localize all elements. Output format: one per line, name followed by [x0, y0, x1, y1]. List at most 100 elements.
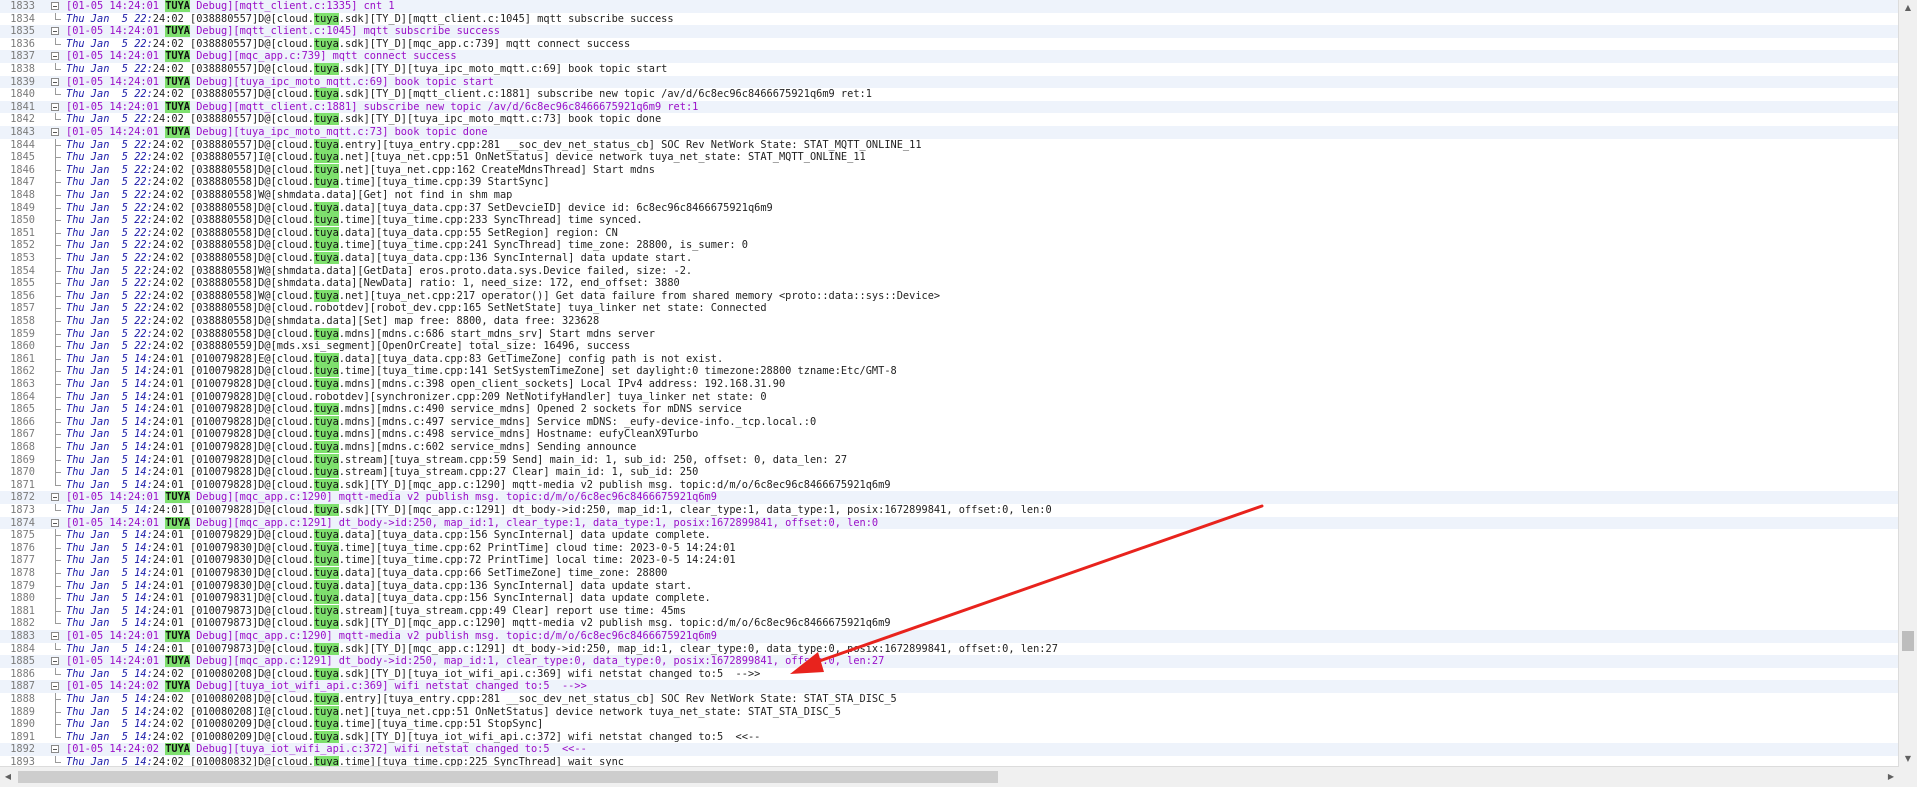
vertical-scrollbar[interactable]: ▲ ▼	[1898, 0, 1917, 767]
log-line[interactable]: 1847 Thu Jan 5 22:24:02 [038880558]D@[clo…	[0, 176, 1899, 189]
log-line-header[interactable]: 1833 [01-05 14:24:01 TUYA Debug][mqtt_cli…	[0, 0, 1899, 13]
log-line-header[interactable]: 1835 [01-05 14:24:01 TUYA Debug][mqtt_cli…	[0, 25, 1899, 38]
log-line[interactable]: 1836 Thu Jan 5 22:24:02 [038880557]D@[clo…	[0, 37, 1899, 51]
log-line[interactable]: 1842 Thu Jan 5 22:24:02 [038880557]D@[clo…	[0, 113, 1899, 126]
fold-toggle-icon[interactable]	[51, 632, 59, 640]
log-line[interactable]: 1862 Thu Jan 5 14:24:01 [010079828]D@[clo…	[0, 365, 1899, 378]
log-viewer[interactable]: 1833 [01-05 14:24:01 TUYA Debug][mqtt_cli…	[0, 0, 1899, 767]
log-timestamp: Thu Jan 5 22:	[66, 315, 153, 327]
log-line[interactable]: 1848 Thu Jan 5 22:24:02 [038880558]W@[shm…	[0, 189, 1899, 202]
scroll-left-arrow-icon[interactable]: ◀	[0, 767, 16, 787]
log-line[interactable]: 1866 Thu Jan 5 14:24:01 [010079828]D@[clo…	[0, 415, 1899, 429]
log-line-header[interactable]: 1887 [01-05 14:24:02 TUYA Debug][tuya_iot…	[0, 680, 1899, 693]
log-line[interactable]: 1881 Thu Jan 5 14:24:01 [010079873]D@[clo…	[0, 604, 1899, 618]
log-line[interactable]: 1869 Thu Jan 5 14:24:01 [010079828]D@[clo…	[0, 453, 1899, 467]
fold-gutter	[40, 668, 52, 681]
log-message-rest: .time][tuya_time.cpp:241 SyncThread] tim…	[338, 239, 748, 252]
log-line[interactable]: 1888 Thu Jan 5 14:24:02 [010080208]D@[clo…	[0, 693, 1899, 706]
line-number: 1887	[10, 680, 35, 693]
fold-toggle-icon[interactable]	[51, 77, 59, 86]
fold-toggle-icon[interactable]	[51, 682, 59, 691]
log-line[interactable]: 1878 Thu Jan 5 14:24:01 [010079830]D@[clo…	[0, 567, 1899, 580]
log-line-header[interactable]: 1837 [01-05 14:24:01 TUYA Debug][mqc_app.…	[0, 50, 1899, 63]
log-line[interactable]: 1834 Thu Jan 5 22:24:02 [038880557]D@[clo…	[0, 12, 1899, 26]
log-message-rest: .data][tuya_data.cpp:156 SyncInternal] d…	[338, 592, 711, 605]
log-line[interactable]: 1864 Thu Jan 5 14:24:01 [010079828]D@[clo…	[0, 390, 1899, 404]
log-line[interactable]: 1863 Thu Jan 5 14:24:01 [010079828]D@[clo…	[0, 378, 1899, 391]
log-line[interactable]: 1859 Thu Jan 5 22:24:02 [038880558]D@[clo…	[0, 327, 1899, 341]
log-line[interactable]: 1861 Thu Jan 5 14:24:01 [010079828]E@[clo…	[0, 352, 1899, 366]
log-line[interactable]: 1871 Thu Jan 5 14:24:01 [010079828]D@[clo…	[0, 478, 1899, 492]
tuya-keyword-highlight: tuya	[313, 415, 339, 428]
log-timestamp: Thu Jan 5 22:	[66, 113, 153, 126]
log-line-header[interactable]: 1874 [01-05 14:24:01 TUYA Debug][mqc_app.…	[0, 516, 1899, 530]
log-line[interactable]: 1877 Thu Jan 5 14:24:01 [010079830]D@[clo…	[0, 554, 1899, 567]
log-line[interactable]: 1860 Thu Jan 5 22:24:02 [038880559]D@[mds…	[0, 340, 1899, 353]
fold-toggle-icon[interactable]	[51, 745, 59, 754]
log-line-header[interactable]: 1872 [01-05 14:24:01 TUYA Debug][mqc_app.…	[0, 491, 1899, 504]
log-text: Thu Jan 5 14:24:01 [010079830]D@[cloud.t…	[66, 567, 667, 580]
log-line[interactable]: 1844 Thu Jan 5 22:24:02 [038880557]D@[clo…	[0, 138, 1899, 152]
log-timestamp: Thu Jan 5 22:	[66, 189, 153, 201]
log-line[interactable]: 1882 Thu Jan 5 14:24:01 [010079873]D@[clo…	[0, 617, 1899, 630]
log-line[interactable]: 1891 Thu Jan 5 14:24:02 [010080209]D@[clo…	[0, 730, 1899, 744]
log-line[interactable]: 1845 Thu Jan 5 22:24:02 [038880557]I@[clo…	[0, 151, 1899, 164]
log-line-header[interactable]: 1892 [01-05 14:24:02 TUYA Debug][tuya_iot…	[0, 743, 1899, 756]
log-line[interactable]: 1875 Thu Jan 5 14:24:01 [010079829]D@[clo…	[0, 529, 1899, 542]
log-line[interactable]: 1880 Thu Jan 5 14:24:01 [010079831]D@[clo…	[0, 592, 1899, 605]
horizontal-scrollbar[interactable]: ◀ ▶	[0, 766, 1899, 787]
fold-gutter	[40, 643, 52, 656]
log-text: [01-05 14:24:01 TUYA Debug][mqtt_client.…	[66, 25, 500, 38]
fold-toggle-icon[interactable]	[51, 102, 59, 111]
log-line[interactable]: 1858 Thu Jan 5 22:24:02 [038880558]D@[shm…	[0, 315, 1899, 328]
log-line[interactable]: 1852 Thu Jan 5 22:24:02 [038880558]D@[clo…	[0, 239, 1899, 252]
log-line[interactable]: 1879 Thu Jan 5 14:24:01 [010079830]D@[clo…	[0, 579, 1899, 593]
scroll-up-arrow-icon[interactable]: ▲	[1899, 0, 1917, 16]
log-message: 24:02 [010080208]D@[cloud.	[152, 693, 314, 705]
log-line[interactable]: 1850 Thu Jan 5 22:24:02 [038880558]D@[clo…	[0, 214, 1899, 227]
log-message: 24:02 [038880558]D@[shmdata.data][NewDat…	[152, 277, 680, 290]
log-line-header[interactable]: 1839 [01-05 14:24:01 TUYA Debug][tuya_ipc…	[0, 75, 1899, 89]
log-line[interactable]: 1876 Thu Jan 5 14:24:01 [010079830]D@[clo…	[0, 541, 1899, 555]
log-line[interactable]: 1868 Thu Jan 5 14:24:01 [010079828]D@[clo…	[0, 441, 1899, 454]
scroll-down-arrow-icon[interactable]: ▼	[1899, 751, 1917, 767]
log-line[interactable]: 1840 Thu Jan 5 22:24:02 [038880557]D@[clo…	[0, 88, 1899, 101]
fold-toggle-icon[interactable]	[51, 52, 59, 61]
tuya-keyword-highlight: tuya	[313, 138, 339, 151]
fold-toggle-icon[interactable]	[51, 128, 59, 136]
log-line[interactable]: 1856 Thu Jan 5 22:24:02 [038880558]W@[clo…	[0, 289, 1899, 303]
log-message: 24:01 [010079873]D@[cloud.	[152, 642, 314, 655]
log-line[interactable]: 1849 Thu Jan 5 22:24:02 [038880558]D@[clo…	[0, 201, 1899, 215]
log-line[interactable]: 1853 Thu Jan 5 22:24:02 [038880558]D@[clo…	[0, 252, 1899, 265]
log-line[interactable]: 1867 Thu Jan 5 14:24:01 [010079828]D@[clo…	[0, 428, 1899, 441]
log-line[interactable]: 1846 Thu Jan 5 22:24:02 [038880558]D@[clo…	[0, 163, 1899, 177]
scroll-right-arrow-icon[interactable]: ▶	[1883, 767, 1899, 787]
log-line[interactable]: 1889 Thu Jan 5 14:24:02 [010080208]I@[clo…	[0, 705, 1899, 719]
fold-toggle-icon[interactable]	[51, 2, 59, 10]
log-line-header[interactable]: 1883 [01-05 14:24:01 TUYA Debug][mqc_app.…	[0, 630, 1899, 643]
log-line[interactable]: 1854 Thu Jan 5 22:24:02 [038880558]W@[shm…	[0, 264, 1899, 278]
log-line[interactable]: 1884 Thu Jan 5 14:24:01 [010079873]D@[clo…	[0, 642, 1899, 656]
log-line-header[interactable]: 1885 [01-05 14:24:01 TUYA Debug][mqc_app.…	[0, 655, 1899, 668]
line-number: 1851	[10, 226, 35, 239]
log-line[interactable]: 1865 Thu Jan 5 14:24:01 [010079828]D@[clo…	[0, 403, 1899, 416]
fold-gutter	[40, 328, 52, 341]
fold-toggle-icon[interactable]	[51, 27, 59, 36]
fold-gutter	[40, 239, 52, 252]
log-line[interactable]: 1870 Thu Jan 5 14:24:01 [010079828]D@[clo…	[0, 466, 1899, 479]
log-line[interactable]: 1838 Thu Jan 5 22:24:02 [038880557]D@[clo…	[0, 63, 1899, 76]
log-line[interactable]: 1851 Thu Jan 5 22:24:02 [038880558]D@[clo…	[0, 226, 1899, 240]
log-line[interactable]: 1855 Thu Jan 5 22:24:02 [038880558]D@[shm…	[0, 277, 1899, 290]
log-line[interactable]: 1873 Thu Jan 5 14:24:01 [010079828]D@[clo…	[0, 504, 1899, 517]
vertical-scroll-thumb[interactable]	[1902, 631, 1914, 651]
horizontal-scroll-thumb[interactable]	[18, 771, 998, 783]
log-line-header[interactable]: 1843 [01-05 14:24:01 TUYA Debug][tuya_ipc…	[0, 126, 1899, 139]
log-line-header[interactable]: 1841 [01-05 14:24:01 TUYA Debug][mqtt_cli…	[0, 100, 1899, 114]
fold-toggle-icon[interactable]	[51, 657, 59, 666]
log-line[interactable]: 1857 Thu Jan 5 22:24:02 [038880558]D@[clo…	[0, 302, 1899, 315]
log-line[interactable]: 1890 Thu Jan 5 14:24:02 [010080209]D@[clo…	[0, 718, 1899, 731]
log-line[interactable]: 1886 Thu Jan 5 14:24:02 [010080208]D@[clo…	[0, 667, 1899, 681]
fold-toggle-icon[interactable]	[51, 493, 59, 502]
fold-gutter	[40, 340, 52, 353]
fold-toggle-icon[interactable]	[51, 518, 59, 527]
